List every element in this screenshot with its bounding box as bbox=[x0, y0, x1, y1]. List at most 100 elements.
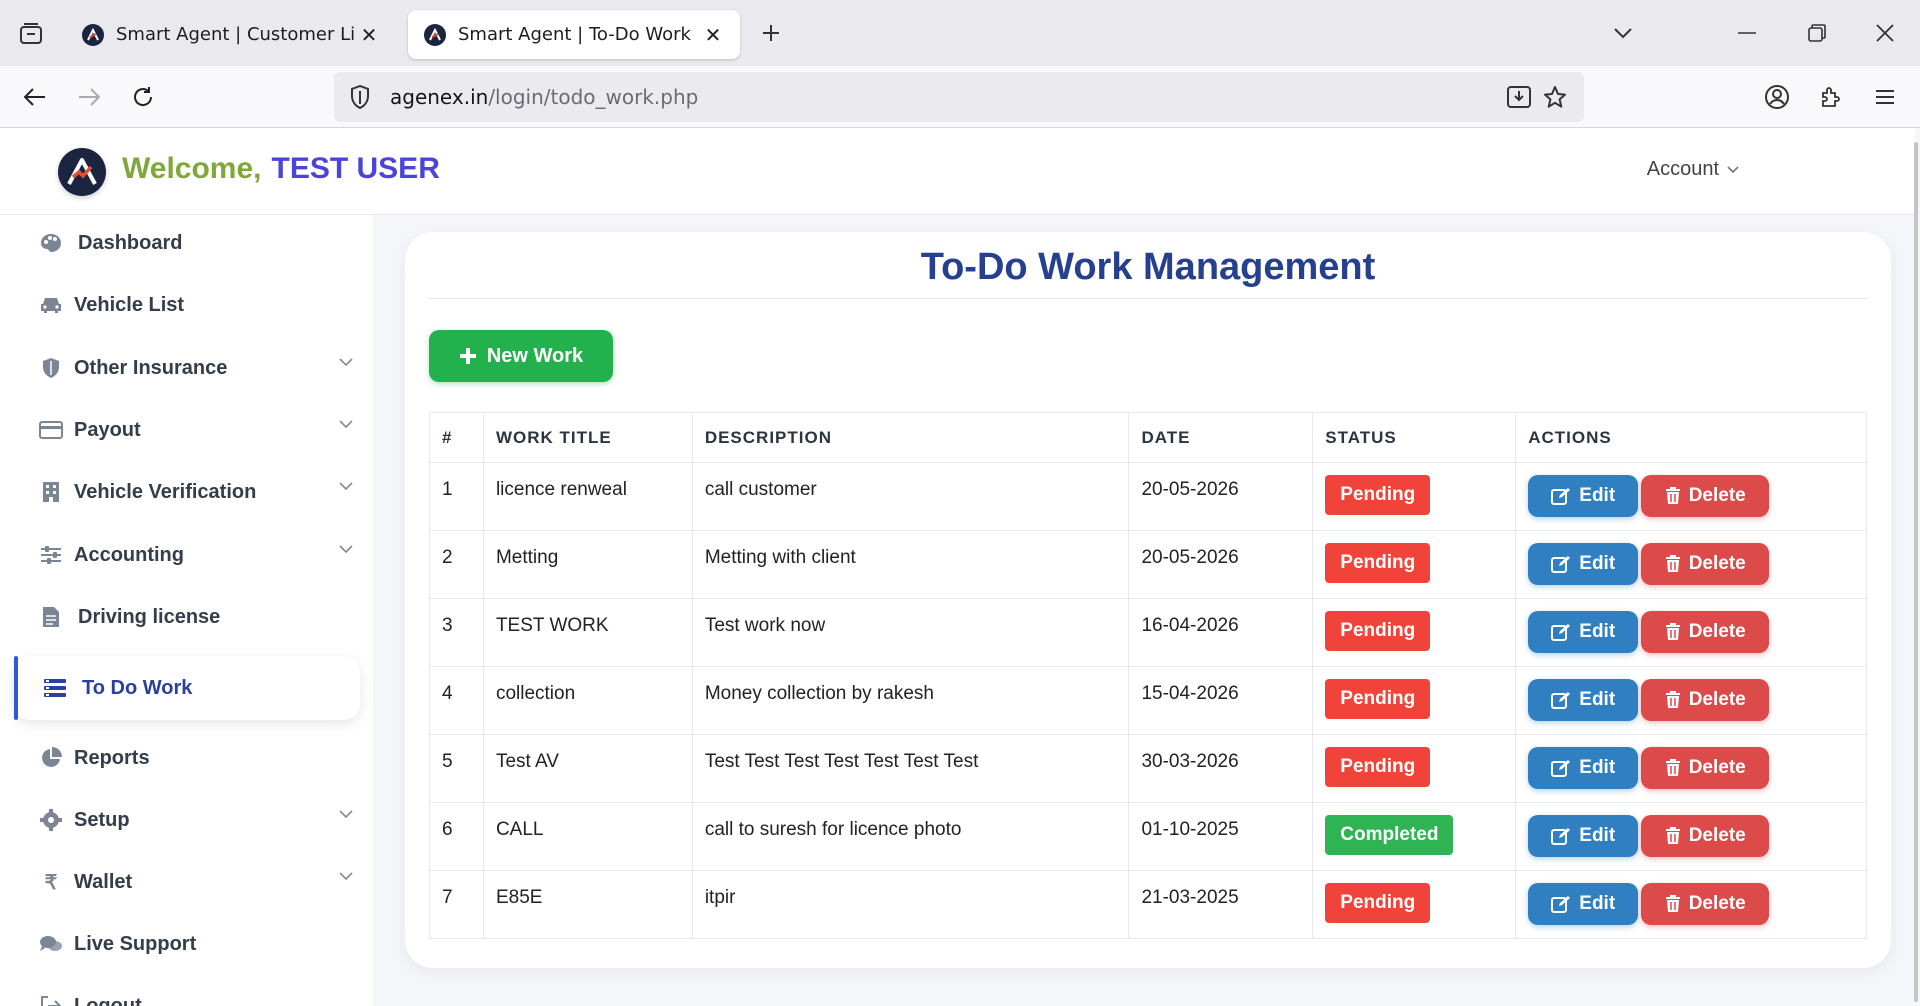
work-title-cell: licence renweal bbox=[483, 462, 693, 531]
edit-icon bbox=[1551, 488, 1571, 505]
delete-label: Delete bbox=[1688, 757, 1746, 778]
status-cell: Pending bbox=[1312, 530, 1517, 599]
actions-cell: Edit Delete bbox=[1515, 462, 1867, 531]
tab-close-icon[interactable]: ✕ bbox=[698, 20, 728, 50]
delete-button[interactable]: Delete bbox=[1641, 475, 1770, 517]
tab-list-icon[interactable] bbox=[16, 20, 46, 48]
window-close-icon[interactable] bbox=[1868, 18, 1902, 48]
status-cell: Pending bbox=[1312, 734, 1517, 803]
sidebar-item-reports[interactable]: Reports bbox=[0, 730, 373, 786]
forward-arrow-icon[interactable] bbox=[72, 80, 106, 114]
sidebar-item-vehicle-verification[interactable]: Vehicle Verification bbox=[0, 464, 373, 520]
minimize-icon[interactable] bbox=[1730, 18, 1764, 48]
sidebar-item-payout[interactable]: Payout bbox=[0, 402, 373, 458]
new-work-button[interactable]: New Work bbox=[429, 330, 613, 382]
row-number: 5 bbox=[429, 734, 484, 803]
site-security-shield-icon[interactable] bbox=[346, 85, 374, 109]
car-icon bbox=[38, 292, 64, 318]
delete-button[interactable]: Delete bbox=[1641, 747, 1770, 789]
rupee-icon: ₹ bbox=[44, 871, 58, 894]
bookmark-star-icon[interactable] bbox=[1540, 82, 1570, 112]
sidebar-item-to-do-work[interactable]: To Do Work bbox=[14, 656, 360, 720]
table-row: 3 TEST WORK Test work now 16-04-2026 Pending… bbox=[429, 598, 1867, 667]
gear-icon bbox=[38, 807, 64, 833]
edit-icon bbox=[1551, 692, 1571, 709]
url-bar[interactable]: agenex.in/login/todo_work.php bbox=[334, 72, 1584, 122]
pie-chart-icon bbox=[38, 745, 64, 771]
status-cell: Pending bbox=[1312, 462, 1517, 531]
description-cell: Test Test Test Test Test Test Test bbox=[692, 734, 1130, 803]
delete-label: Delete bbox=[1688, 485, 1746, 506]
sidebar-item-vehicle-list[interactable]: Vehicle List bbox=[0, 277, 373, 333]
date-cell: 01-10-2025 bbox=[1128, 802, 1314, 871]
sidebar-item-label: Accounting bbox=[74, 543, 184, 566]
table-row: 7 E85E itpir 21-03-2025 Pending Edit Delete bbox=[429, 870, 1867, 939]
delete-label: Delete bbox=[1688, 553, 1746, 574]
extensions-puzzle-icon[interactable] bbox=[1814, 80, 1848, 114]
tab-title: Smart Agent | Customer List bbox=[116, 24, 354, 45]
column-header-actions: ACTIONS bbox=[1515, 412, 1867, 463]
sliders-icon bbox=[38, 542, 64, 568]
sidebar-item-label: Reports bbox=[74, 746, 150, 769]
date-cell: 20-05-2026 bbox=[1128, 530, 1314, 599]
account-dropdown[interactable]: Account bbox=[1647, 158, 1739, 181]
trash-icon bbox=[1665, 691, 1680, 708]
status-cell: Completed bbox=[1312, 802, 1517, 871]
tab-overflow-chevron-icon[interactable] bbox=[1606, 18, 1640, 48]
page-scrollbar[interactable] bbox=[1914, 142, 1918, 1002]
actions-cell: Edit Delete bbox=[1515, 734, 1867, 803]
restore-icon[interactable] bbox=[1800, 18, 1834, 48]
actions-cell: Edit Delete bbox=[1515, 598, 1867, 667]
reload-icon[interactable] bbox=[126, 80, 160, 114]
delete-button[interactable]: Delete bbox=[1641, 815, 1770, 857]
new-tab-plus-icon[interactable] bbox=[756, 18, 786, 48]
browser-tab-customer-list[interactable]: Smart Agent | Customer List ✕ bbox=[66, 10, 396, 59]
work-title-cell: collection bbox=[483, 666, 693, 735]
edit-icon bbox=[1551, 828, 1571, 845]
edit-button[interactable]: Edit bbox=[1528, 475, 1639, 517]
edit-button[interactable]: Edit bbox=[1528, 883, 1639, 925]
delete-button[interactable]: Delete bbox=[1641, 543, 1770, 585]
sidebar-item-wallet[interactable]: ₹ Wallet bbox=[0, 854, 373, 910]
browser-tab-todo-work[interactable]: Smart Agent | To-Do Work ✕ bbox=[408, 10, 740, 59]
account-circle-icon[interactable] bbox=[1760, 80, 1794, 114]
date-cell: 30-03-2026 bbox=[1128, 734, 1314, 803]
work-title-cell: Metting bbox=[483, 530, 693, 599]
url-path: /login/todo_work.php bbox=[488, 85, 699, 109]
delete-button[interactable]: Delete bbox=[1641, 883, 1770, 925]
sidebar-item-setup[interactable]: Setup bbox=[0, 792, 373, 848]
delete-button[interactable]: Delete bbox=[1641, 611, 1770, 653]
download-icon[interactable] bbox=[1504, 82, 1534, 112]
smart-agent-logo[interactable] bbox=[58, 148, 106, 196]
column-header-work-title: WORK TITLE bbox=[483, 412, 693, 463]
sidebar-item-other-insurance[interactable]: Other Insurance bbox=[0, 340, 373, 396]
sidebar: Dashboard Vehicle List Other Insurance P… bbox=[0, 215, 373, 1006]
sidebar-item-logout[interactable]: Logout bbox=[0, 978, 373, 1006]
row-number: 1 bbox=[429, 462, 484, 531]
status-badge: Pending bbox=[1325, 611, 1431, 651]
new-work-label: New Work bbox=[486, 344, 584, 367]
edit-button[interactable]: Edit bbox=[1528, 611, 1639, 653]
edit-button[interactable]: Edit bbox=[1528, 543, 1639, 585]
sidebar-item-accounting[interactable]: Accounting bbox=[0, 527, 373, 583]
browser-tab-bar: Smart Agent | Customer List ✕ Smart Agen… bbox=[0, 0, 1920, 66]
page-title: To-Do Work Management bbox=[920, 246, 1376, 288]
edit-label: Edit bbox=[1579, 757, 1616, 778]
actions-cell: Edit Delete bbox=[1515, 802, 1867, 871]
actions-cell: Edit Delete bbox=[1515, 666, 1867, 735]
hamburger-menu-icon[interactable] bbox=[1868, 80, 1902, 114]
sidebar-item-live-support[interactable]: Live Support bbox=[0, 916, 373, 972]
tab-close-icon[interactable]: ✕ bbox=[354, 20, 384, 50]
row-number: 7 bbox=[429, 870, 484, 939]
edit-button[interactable]: Edit bbox=[1528, 679, 1639, 721]
sidebar-item-label: Payout bbox=[74, 418, 141, 441]
sidebar-item-driving-license[interactable]: Driving license bbox=[0, 589, 373, 645]
back-arrow-icon[interactable] bbox=[18, 80, 52, 114]
delete-label: Delete bbox=[1688, 621, 1746, 642]
user-name: TEST USER bbox=[271, 152, 440, 185]
edit-button[interactable]: Edit bbox=[1528, 815, 1639, 857]
sidebar-item-label: Other Insurance bbox=[74, 356, 228, 379]
delete-button[interactable]: Delete bbox=[1641, 679, 1770, 721]
edit-button[interactable]: Edit bbox=[1528, 747, 1639, 789]
sidebar-item-dashboard[interactable]: Dashboard bbox=[0, 215, 373, 271]
